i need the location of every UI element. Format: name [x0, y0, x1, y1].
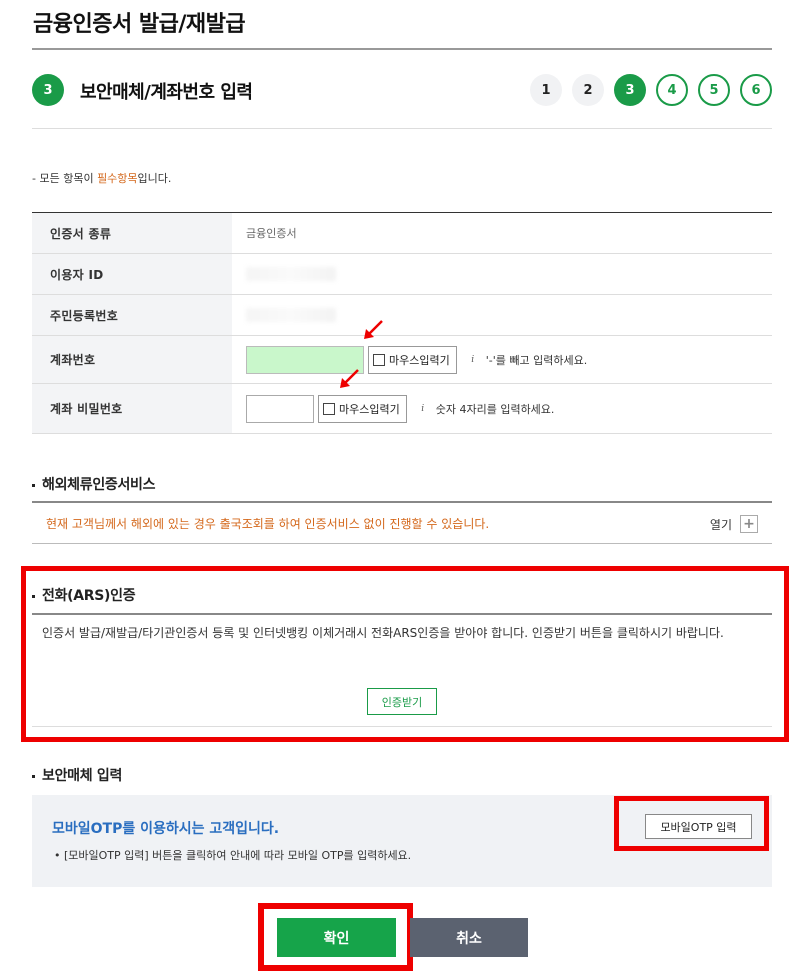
ars-verify-button[interactable]: 인증받기: [367, 688, 437, 715]
page-title: 금융인증서 발급/재발급: [33, 12, 246, 37]
cancel-button[interactable]: 취소: [410, 918, 528, 957]
row-account: 계좌번호 마우스입력기 i '-'를 빼고 입력하세요.: [32, 336, 772, 384]
input-form-table: 인증서 종류 금융인증서 이용자 ID 주민등록번호 계좌번호 마우스입력기 i…: [32, 212, 772, 434]
row-password: 계좌 비밀번호 마우스입력기 i 숫자 4자리를 입력하세요.: [32, 384, 772, 434]
security-section-title: 보안매체 입력: [32, 765, 122, 785]
account-hint: '-'를 빼고 입력하세요.: [485, 353, 588, 367]
account-password-input[interactable]: [246, 394, 314, 423]
header-divider: [32, 128, 772, 129]
otp-title: 모바일OTP를 이용하시는 고객입니다.: [52, 821, 280, 837]
info-icon: i: [471, 354, 475, 365]
user-id-value-redacted: [246, 267, 336, 281]
step-3: 3: [614, 74, 646, 106]
password-hint: 숫자 4자리를 입력하세요.: [435, 402, 555, 416]
ars-highlight-box: [21, 566, 789, 742]
overseas-text: 현재 고객님께서 해외에 있는 경우 출국조회를 하여 인증서비스 없이 진행할…: [46, 516, 490, 531]
ars-title-text: 전화(ARS)인증: [42, 588, 136, 604]
notice-prefix: - 모든 항목이: [32, 172, 98, 185]
step-6: 6: [740, 74, 772, 106]
ars-bottom-divider: [32, 726, 772, 727]
open-label: 열기: [709, 517, 732, 532]
otp-description: • [모바일OTP 입력] 버튼을 클릭하여 안내에 따라 모바일 OTP를 입…: [54, 849, 412, 862]
notice-suffix: 입니다.: [137, 172, 172, 185]
bullet-icon: [32, 594, 35, 598]
row-resident-no: 주민등록번호: [32, 295, 772, 336]
confirm-button[interactable]: 확인: [277, 918, 396, 957]
step-title: 보안매체/계좌번호 입력: [80, 82, 253, 103]
required-notice: - 모든 항목이 필수항목입니다.: [32, 170, 171, 186]
overseas-section-title: 해외체류인증서비스: [32, 474, 156, 494]
red-arrow-icon: [340, 369, 359, 388]
row-cert-type: 인증서 종류 금융인증서: [32, 213, 772, 254]
ars-section-title: 전화(ARS)인증: [32, 585, 136, 605]
password-mouse-label: 마우스입력기: [339, 402, 400, 416]
current-step-badge: 3: [32, 74, 64, 106]
bullet-icon: [32, 774, 35, 778]
cert-type-value: 금융인증서: [246, 227, 297, 240]
ars-description: 인증서 발급/재발급/타기관인증서 등록 및 인터넷뱅킹 이체거래시 전화ARS…: [42, 626, 724, 640]
overseas-open-toggle[interactable]: 열기 +: [710, 515, 758, 533]
step-5: 5: [698, 74, 730, 106]
step-2: 2: [572, 74, 604, 106]
bullet-icon: [32, 483, 35, 487]
plus-icon[interactable]: +: [740, 515, 758, 533]
user-id-label: 이용자 ID: [32, 254, 232, 294]
security-title-text: 보안매체 입력: [42, 768, 123, 784]
overseas-title-text: 해외체류인증서비스: [42, 477, 156, 493]
cert-type-label: 인증서 종류: [32, 213, 232, 253]
resident-no-value-redacted: [246, 308, 336, 322]
account-label: 계좌번호: [32, 336, 232, 383]
account-mouse-checkbox[interactable]: [373, 353, 385, 366]
resident-no-label: 주민등록번호: [32, 295, 232, 335]
overseas-row: 현재 고객님께서 해외에 있는 경우 출국조회를 하여 인증서비스 없이 진행할…: [32, 503, 772, 544]
row-user-id: 이용자 ID: [32, 254, 772, 295]
step-header: 3 보안매체/계좌번호 입력 1 2 3 4 5 6: [32, 74, 772, 108]
step-4: 4: [656, 74, 688, 106]
title-divider: [32, 48, 772, 50]
ars-divider: [32, 613, 772, 615]
mobile-otp-button[interactable]: 모바일OTP 입력: [645, 814, 752, 839]
info-icon: i: [421, 403, 425, 414]
notice-required: 필수항목: [97, 172, 138, 185]
step-1: 1: [530, 74, 562, 106]
red-arrow-icon: [364, 320, 383, 339]
password-mouse-checkbox[interactable]: [323, 402, 335, 415]
password-mouse-keypad-toggle[interactable]: 마우스입력기: [318, 394, 407, 423]
step-indicator: 1 2 3 4 5 6: [530, 74, 772, 106]
password-label: 계좌 비밀번호: [32, 384, 232, 433]
account-mouse-label: 마우스입력기: [389, 353, 450, 367]
account-mouse-keypad-toggle[interactable]: 마우스입력기: [368, 345, 457, 374]
